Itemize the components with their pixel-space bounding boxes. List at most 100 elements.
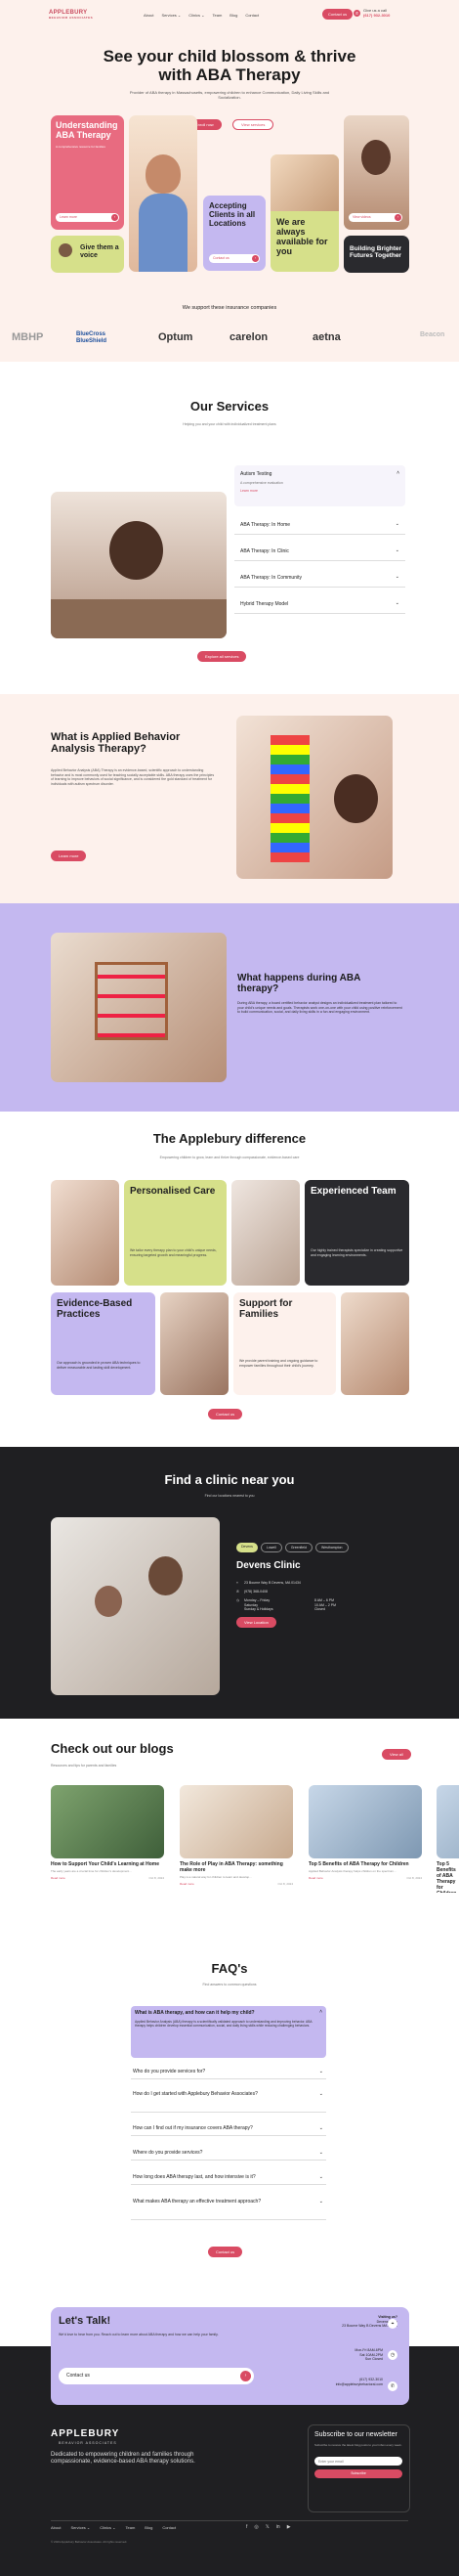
evidence-based-card: Evidence-Based Practices Our approach is… [51,1292,155,1395]
nav-item-team[interactable]: Team [213,13,223,18]
talk-title: Let's Talk! [59,2315,111,2327]
instagram-icon[interactable]: ◎ [254,2524,258,2530]
nav-item-services[interactable]: Services ⌄ [161,13,181,18]
pin-icon: ⌖ [236,1581,238,1585]
arrow-right-icon[interactable]: › [240,2371,251,2381]
chevron-down-icon: ⌄ [318,2199,323,2205]
explore-services-button[interactable]: Explore all services [197,651,247,662]
nav-item-about[interactable]: About [144,13,153,18]
faq-item[interactable]: What makes ABA therapy an effective trea… [131,2195,326,2220]
accepting-clients-card[interactable]: Accepting Clients in all Locations Conta… [203,196,266,271]
tab-greenfield[interactable]: Greenfield [284,1543,313,1552]
blog-image [51,1785,164,1858]
service-item-in-home[interactable]: ⌄ ABA Therapy: In Home [234,516,405,535]
blog-card[interactable]: Top 5 Benefits of ABA Therapy for Childr… [437,1785,459,1893]
blog-desc: Play is a natural way for children to le… [180,1875,252,1879]
card-title: Personalised Care [130,1186,216,1197]
what-is-aba-section: What is Applied Behavior Analysis Therap… [0,694,459,903]
view-all-blogs-button[interactable]: View all [382,1749,411,1760]
insurance-logo-mbhp: MBHP [12,331,44,343]
learn-more-button[interactable]: Learn more › [56,213,119,222]
faq-contact-button[interactable]: Contact us [208,2247,243,2257]
blog-read-more[interactable]: Read more [180,1882,194,1886]
diff-contact-button[interactable]: Contact us [208,1409,243,1419]
nav-item-contact[interactable]: Contact [245,13,259,18]
footer-link-clinics[interactable]: Clinics ⌄ [100,2525,115,2530]
service-item-hybrid[interactable]: ⌄ Hybrid Therapy Model [234,595,405,614]
footer-logo[interactable]: APPLEBURY [51,2428,119,2439]
insurance-logo-optum: Optum [158,331,193,343]
top-nav: APPLEBURY BEHAVIOR ASSOCIATES About Servi… [49,8,410,23]
blog-card[interactable]: Top 5 Benefits of ABA Therapy for Childr… [309,1785,422,1893]
blog-read-more[interactable]: Read more [309,1876,323,1880]
talk-email[interactable]: info@appleburybehavioral.com [310,2382,383,2387]
card-title: Evidence-Based Practices [57,1298,133,1320]
view-location-button[interactable]: View Location [236,1617,276,1628]
blog-desc: The early years are a crucial time for c… [51,1869,132,1873]
clinic-address: 23 Bourne Way B Devens, MA 01434 [244,1581,301,1585]
social-icons: f ◎ 𝕏 in ▶ [246,2524,291,2530]
child-head [95,1586,122,1617]
footer-link-blog[interactable]: Blog [145,2525,152,2530]
faq-item[interactable]: Who do you provide services for? ⌄ [131,2065,326,2079]
blog-card[interactable]: How to Support Your Child's Learning at … [51,1785,164,1893]
give-voice-card[interactable]: Give them a voice [51,236,124,273]
hero-section: APPLEBURY BEHAVIOR ASSOCIATES About Servi… [0,0,459,362]
tab-westhampton[interactable]: Westhampton [314,1543,349,1552]
brighter-futures-card: Building Brighter Futures Together [344,236,409,273]
logo-sub: BEHAVIOR ASSOCIATES [49,16,94,20]
hero-photo-woman: View videos › [344,115,409,230]
footer-link-contact[interactable]: Contact [162,2525,176,2530]
faq-sub: Find answers to common questions [202,1983,257,1987]
nav-item-clinics[interactable]: Clinics ⌄ [188,13,204,18]
faq-item[interactable]: How long does ABA therapy last, and how … [131,2170,326,2185]
logo[interactable]: APPLEBURY BEHAVIOR ASSOCIATES [49,10,93,20]
talk-contact-input[interactable]: Contact us › [59,2368,254,2384]
twitter-icon[interactable]: 𝕏 [266,2524,270,2530]
faq-item[interactable]: How can I find out if my insurance cover… [131,2121,326,2136]
service-item-autism[interactable]: Autism Testing A comprehensive evaluatio… [234,465,405,506]
what-photo [236,716,393,879]
faq-item[interactable]: Where do you provide services? ⌄ [131,2146,326,2161]
blog-image [309,1785,422,1858]
tab-lowell[interactable]: Lowell [260,1543,282,1552]
nav-item-blog[interactable]: Blog [230,13,237,18]
faq-item[interactable]: How do I get started with Applebury Beha… [131,2087,326,2113]
facebook-icon[interactable]: f [246,2524,247,2530]
toy-tower [271,735,310,862]
service-item-in-community[interactable]: ⌄ ABA Therapy: In Community [234,569,405,588]
clinic-phone[interactable]: (978) 368-0408 [244,1590,268,1594]
call-block[interactable]: Give us a call (617) 932-3010 [363,8,390,18]
newsletter-email-input[interactable] [314,2457,402,2466]
contact-button[interactable]: Contact us [322,9,354,20]
service-learn-more[interactable]: Learn more [240,489,258,493]
linkedin-icon[interactable]: in [276,2524,280,2530]
view-videos-button[interactable]: View videos › [349,213,402,222]
footer-link-team[interactable]: Team [126,2525,136,2530]
clinic-section: Find a clinic near you Find our location… [0,1447,459,1719]
chevron-down-icon: ⌄ [395,574,399,580]
what-happens-section: What happens during ABA therapy? During … [0,903,459,1112]
blog-card[interactable]: The Role of Play in ABA Therapy: somethi… [180,1785,293,1893]
hero-subtitle: Provider of ABA therapy in Massachusetts… [129,90,330,100]
phone-icon: ✆ [354,10,360,17]
chevron-down-icon: ⌄ [318,2150,323,2156]
abacus-photo [51,933,227,1082]
nav-menu: About Services ⌄ Clinics ⌄ Team Blog Con… [144,13,259,18]
child-body [139,194,188,272]
insurance-logo-beacon: Beacon [420,331,445,338]
footer-link-about[interactable]: About [51,2525,61,2530]
view-services-button[interactable]: View services [232,119,274,130]
insurance-title: We support these insurance companies [182,305,277,311]
faq-item-open[interactable]: What is ABA therapy, and how can it help… [131,2006,326,2058]
tab-devens[interactable]: Devens [236,1543,258,1552]
footer-link-services[interactable]: Services ⌄ [70,2525,90,2530]
blog-read-more[interactable]: Read more [51,1876,65,1880]
subscribe-button[interactable]: Subscribe [314,2469,402,2478]
understanding-aba-card[interactable]: Understanding ABA Therapy A comprehensiv… [51,115,124,230]
youtube-icon[interactable]: ▶ [287,2524,291,2530]
faq-question: What is ABA therapy, and how can it help… [135,2010,255,2016]
contact-us-button[interactable]: Contact us › [209,254,260,263]
what-learn-more-button[interactable]: Learn more [51,851,87,861]
service-item-in-clinic[interactable]: ⌄ ABA Therapy: In Clinic [234,543,405,561]
